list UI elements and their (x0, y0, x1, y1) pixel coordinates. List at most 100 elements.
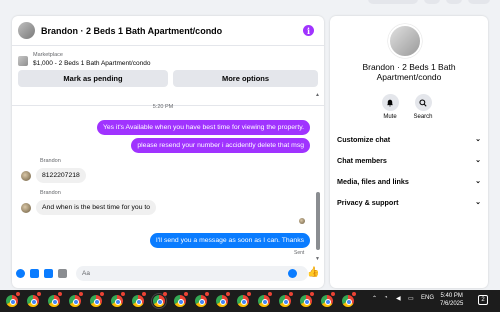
chrome-app-icon[interactable] (47, 294, 61, 308)
plus-icon[interactable] (16, 269, 25, 278)
chrome-app-icon[interactable] (26, 294, 40, 308)
app-badge (289, 292, 293, 296)
chrome-app-icon[interactable] (236, 294, 250, 308)
wifi-icon[interactable]: ◔ (384, 295, 388, 301)
notification-center-icon[interactable]: 2 (478, 295, 488, 305)
chevron-down-icon: ⌄ (475, 199, 481, 206)
app-badge (310, 292, 314, 296)
top-strip (0, 0, 500, 8)
info-icon[interactable]: i (303, 25, 314, 36)
more-options-button[interactable]: More options (173, 70, 318, 87)
scroll-up-arrow-icon[interactable]: ▲ (315, 92, 320, 98)
message-incoming[interactable]: And when is the best time for you to (36, 200, 157, 215)
app-badge (142, 292, 146, 296)
like-icon[interactable]: 👍 (307, 267, 319, 278)
chrome-app-icon[interactable] (110, 294, 124, 308)
message-outgoing[interactable]: please resend your number i accidently d… (131, 138, 310, 153)
conversation-details-panel: Brandon · 2 Beds 1 Bath Apartment/condo … (330, 16, 488, 288)
chat-scrollbar[interactable]: ▲ ▼ (314, 92, 322, 262)
chrome-app-icon[interactable] (299, 294, 313, 308)
section-media-files-links[interactable]: Media, files and links ⌄ (337, 173, 481, 189)
message-incoming[interactable]: 8122207218 (36, 168, 86, 183)
sender-avatar[interactable] (21, 171, 31, 181)
sender-name: Brandon (40, 190, 61, 196)
sender-avatar[interactable] (21, 203, 31, 213)
conversation-avatar[interactable] (388, 24, 422, 58)
chrome-app-icon[interactable] (257, 294, 271, 308)
section-customize-chat[interactable]: Customize chat ⌄ (337, 131, 481, 147)
mute-action[interactable]: Mute (375, 94, 405, 120)
sent-status: Sent (294, 250, 305, 256)
app-badge (58, 292, 62, 296)
section-privacy-support[interactable]: Privacy & support ⌄ (337, 194, 481, 210)
app-badge (163, 292, 167, 296)
clock-time: 5:40 PM (440, 293, 463, 299)
message-outgoing[interactable]: Yes it's Available when you have best ti… (96, 120, 310, 135)
section-label: Customize chat (337, 134, 391, 144)
search-icon[interactable] (414, 94, 432, 111)
marketplace-banner: Marketplace $1,000 - 2 Beds 1 Bath Apart… (12, 46, 324, 106)
scroll-thumb[interactable] (316, 192, 320, 250)
app-badge (184, 292, 188, 296)
app-badge (331, 292, 335, 296)
app-badge (121, 292, 125, 296)
search-label: Search (413, 114, 433, 120)
message-input[interactable]: Aa (76, 266, 308, 281)
section-label: Chat members (337, 155, 387, 165)
left-sidebar-edge (0, 8, 8, 290)
menu-button[interactable] (424, 0, 440, 4)
seen-indicator-avatar (299, 218, 305, 224)
chrome-app-icon[interactable] (173, 294, 187, 308)
app-badge (352, 292, 356, 296)
chrome-app-icon[interactable] (194, 294, 208, 308)
clock-date: 7/6/2025 (440, 301, 464, 307)
chrome-app-icon[interactable] (5, 294, 19, 308)
image-icon[interactable] (30, 269, 39, 278)
mute-label: Mute (383, 114, 397, 120)
clock[interactable]: 5:40 PM 7/6/2025 (440, 292, 463, 308)
chrome-app-icon[interactable] (278, 294, 292, 308)
chrome-app-icon[interactable] (320, 294, 334, 308)
chat-avatar[interactable] (18, 22, 35, 39)
app-badge (16, 292, 20, 296)
chevron-up-icon[interactable]: ⌃ (372, 295, 377, 302)
listing-thumbnail[interactable] (18, 56, 28, 66)
app-badge (268, 292, 272, 296)
top-button[interactable] (368, 0, 418, 4)
app-badge (226, 292, 230, 296)
chrome-app-icon[interactable] (152, 294, 166, 308)
volume-icon[interactable]: ◀ (396, 295, 401, 302)
bell-icon[interactable] (381, 94, 399, 111)
app-badge (247, 292, 251, 296)
chevron-down-icon: ⌄ (475, 157, 481, 164)
emoji-icon[interactable] (288, 269, 297, 278)
battery-icon[interactable]: ▭ (408, 295, 414, 302)
chrome-app-icon[interactable] (89, 294, 103, 308)
section-chat-members[interactable]: Chat members ⌄ (337, 152, 481, 168)
section-label: Privacy & support (337, 197, 399, 207)
notifications-button[interactable] (446, 0, 462, 4)
app-badge (79, 292, 83, 296)
account-button[interactable] (468, 0, 490, 4)
chrome-app-icon[interactable] (68, 294, 82, 308)
message-outgoing[interactable]: I'll send you a message as soon as I can… (149, 233, 310, 248)
language-indicator[interactable]: ENG (421, 295, 434, 301)
taskbar: ⌃ ◔ ◀ ▭ ENG 5:40 PM 7/6/2025 2 (0, 290, 500, 312)
chevron-down-icon: ⌄ (475, 136, 481, 143)
chrome-app-icon[interactable] (341, 294, 355, 308)
marketplace-label: Marketplace (33, 52, 63, 58)
chrome-app-icon[interactable] (131, 294, 145, 308)
gif-icon[interactable] (58, 269, 67, 278)
conversation-title: Brandon · 2 Beds 1 Bath Apartment/condo (362, 62, 456, 82)
chrome-app-icon[interactable] (215, 294, 229, 308)
chat-header: Brandon · 2 Beds 1 Bath Apartment/condo … (12, 16, 324, 46)
chevron-down-icon: ⌄ (475, 178, 481, 185)
section-label: Media, files and links (337, 176, 409, 186)
listing-title[interactable]: $1,000 - 2 Beds 1 Bath Apartment/condo (33, 60, 150, 67)
message-timestamp: 5:20 PM (152, 104, 174, 110)
chat-title[interactable]: Brandon · 2 Beds 1 Bath Apartment/condo (41, 26, 222, 36)
search-action[interactable]: Search (408, 94, 438, 120)
app-badge (205, 292, 209, 296)
sticker-icon[interactable] (44, 269, 53, 278)
mark-pending-button[interactable]: Mark as pending (18, 70, 168, 87)
